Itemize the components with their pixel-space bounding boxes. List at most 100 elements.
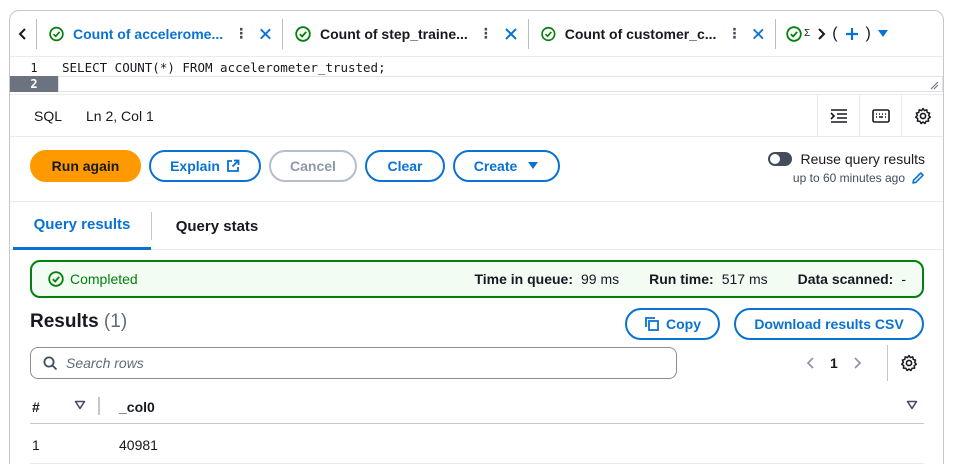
metric-run-time: Run time: 517 ms xyxy=(649,271,767,287)
completed-status: Completed xyxy=(48,271,138,287)
results-count: (1) xyxy=(103,311,128,332)
format-query-button[interactable] xyxy=(817,95,859,137)
chevron-left-icon xyxy=(18,27,26,40)
success-check-icon xyxy=(295,25,311,42)
line-number-active: 2 xyxy=(10,76,58,92)
current-page[interactable]: 1 xyxy=(830,355,838,371)
query-tab-bar: Count of accelerome... ⋮ Count of step_t… xyxy=(10,11,943,57)
results-tabs: Query results Query stats xyxy=(10,202,943,250)
cancel-label: Cancel xyxy=(290,158,336,174)
search-icon xyxy=(43,356,58,370)
code-line[interactable]: SELECT COUNT(*) FROM accelerometer_trust… xyxy=(62,60,386,76)
close-paren: ) xyxy=(865,24,871,42)
query-tab-3[interactable]: Count of customer_c... ⋮ xyxy=(529,11,775,57)
chevron-right-icon[interactable] xyxy=(852,356,862,370)
completed-label: Completed xyxy=(70,271,138,287)
chevron-left-icon[interactable] xyxy=(806,356,816,370)
sort-caret-icon[interactable] xyxy=(906,400,918,410)
query-actions: Run again Explain Cancel Clear Create Re… xyxy=(10,137,943,202)
clear-label: Clear xyxy=(387,158,423,174)
query-tab-label: Count of step_traine... xyxy=(320,25,468,42)
gear-icon xyxy=(914,107,931,125)
pager-divider xyxy=(887,345,888,381)
open-paren: ( xyxy=(832,24,838,42)
query-editor-panel: Count of accelerome... ⋮ Count of step_t… xyxy=(9,10,944,464)
results-heading: Results (1) xyxy=(30,311,127,333)
metric-label: Data scanned: xyxy=(797,271,894,287)
editor-status-bar: SQL Ln 2, Col 1 xyxy=(10,95,943,137)
cancel-button[interactable]: Cancel xyxy=(269,150,357,182)
search-input[interactable] xyxy=(66,355,646,371)
success-check-icon xyxy=(541,26,556,41)
reuse-label: Reuse query results xyxy=(800,151,925,167)
current-line-highlight[interactable] xyxy=(58,76,943,92)
tab-query-results[interactable]: Query results xyxy=(13,202,151,250)
caret-down-icon[interactable] xyxy=(877,29,889,39)
sort-caret-icon[interactable] xyxy=(74,400,86,410)
caret-down-icon xyxy=(528,162,539,169)
keyboard-shortcuts-button[interactable] xyxy=(859,95,901,137)
keyboard-icon xyxy=(871,109,890,123)
create-button[interactable]: Create xyxy=(453,150,560,182)
tab-query-results-label: Query results xyxy=(33,216,131,233)
run-again-button[interactable]: Run again xyxy=(30,150,141,182)
row-index: 1 xyxy=(32,437,40,453)
tab-divider xyxy=(151,212,152,240)
tab-actions-icon[interactable]: ⋮ xyxy=(727,25,741,42)
query-tab-2[interactable]: Count of step_traine... ⋮ xyxy=(283,11,528,57)
reuse-results-control: Reuse query results up to 60 minutes ago xyxy=(768,151,925,185)
editor-tools xyxy=(817,95,943,137)
tab-actions-icon[interactable]: ⋮ xyxy=(479,25,493,42)
tab-overflow-controls: Σ ( ) xyxy=(776,11,889,57)
explain-button[interactable]: Explain xyxy=(149,150,261,182)
resize-handle-icon[interactable] xyxy=(929,80,939,90)
metric-label: Time in queue: xyxy=(474,271,574,287)
success-check-icon xyxy=(786,25,802,42)
copy-button[interactable]: Copy xyxy=(625,308,720,340)
sql-editor[interactable]: 1 2 SELECT COUNT(*) FROM accelerometer_t… xyxy=(10,57,943,95)
line-number: 1 xyxy=(30,61,38,75)
tab-query-stats-label: Query stats xyxy=(175,217,259,235)
edit-pencil-icon[interactable] xyxy=(911,171,925,185)
column-resizer[interactable] xyxy=(98,397,100,415)
results-title: Results xyxy=(30,311,99,332)
reuse-results-toggle[interactable] xyxy=(768,152,793,166)
query-tab-label: Count of accelerome... xyxy=(72,25,224,42)
metric-label: Run time: xyxy=(649,271,714,287)
copy-label: Copy xyxy=(666,316,701,332)
column-header-index: # xyxy=(32,399,40,415)
chevron-right-icon[interactable] xyxy=(816,27,826,41)
query-metrics: Time in queue: 99 ms Run time: 517 ms Data… xyxy=(474,271,906,287)
metric-value: 99 ms xyxy=(581,271,620,287)
editor-settings-button[interactable] xyxy=(901,95,943,137)
scroll-tabs-left-button[interactable] xyxy=(10,11,36,57)
gear-icon[interactable] xyxy=(900,354,918,372)
search-rows[interactable] xyxy=(30,347,677,379)
clear-button[interactable]: Clear xyxy=(365,150,445,182)
success-check-icon xyxy=(49,26,64,41)
run-again-label: Run again xyxy=(51,158,120,174)
column-header-col0[interactable]: _col0 xyxy=(119,399,155,415)
query-tab-label: Count of customer_c... xyxy=(564,25,717,42)
language-indicator: SQL xyxy=(34,107,63,124)
external-link-icon xyxy=(226,159,240,172)
line-gutter: 1 2 xyxy=(10,57,58,95)
reuse-age-label: up to 60 minutes ago xyxy=(792,171,905,185)
close-icon[interactable] xyxy=(750,25,767,43)
download-csv-label: Download results CSV xyxy=(754,316,904,332)
status-banner: Completed Time in queue: 99 ms Run time: 5… xyxy=(30,260,924,298)
tab-query-stats[interactable]: Query stats xyxy=(162,202,272,250)
success-check-icon xyxy=(48,271,64,287)
format-icon xyxy=(829,109,847,123)
metric-value: - xyxy=(901,271,906,287)
add-tab-icon[interactable] xyxy=(844,26,860,42)
close-icon[interactable] xyxy=(257,25,274,43)
explain-label: Explain xyxy=(170,158,220,174)
copy-icon xyxy=(645,317,659,331)
download-csv-button[interactable]: Download results CSV xyxy=(734,308,924,340)
tab-actions-icon[interactable]: ⋮ xyxy=(234,25,248,42)
metric-queue-time: Time in queue: 99 ms xyxy=(474,271,619,287)
close-icon[interactable] xyxy=(502,25,520,43)
create-label: Create xyxy=(473,158,518,174)
query-tab-1[interactable]: Count of accelerome... ⋮ xyxy=(37,11,282,57)
